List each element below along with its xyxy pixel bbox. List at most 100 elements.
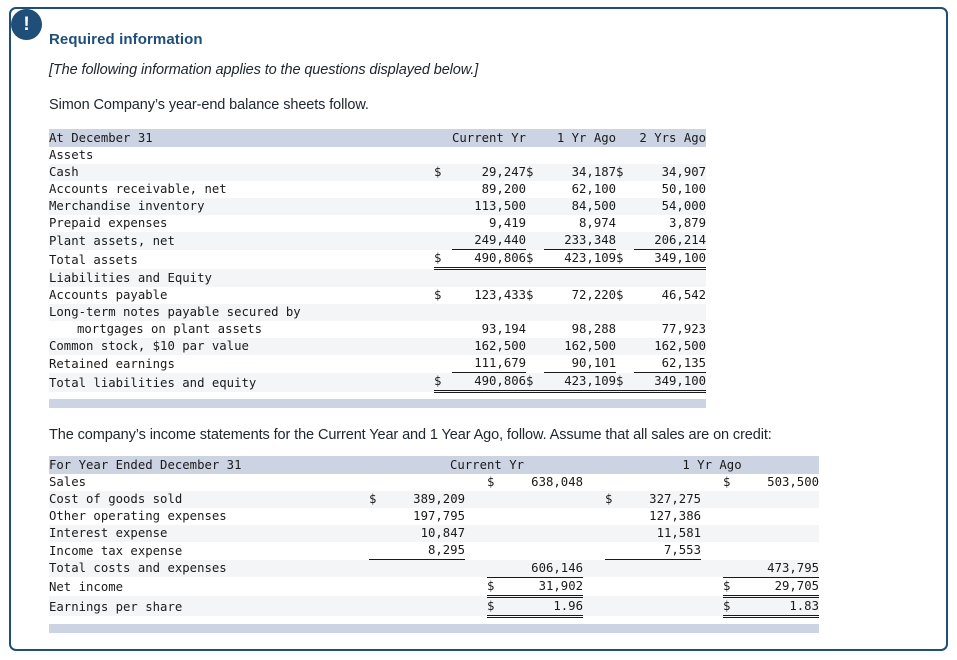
currency-symbol — [369, 596, 387, 616]
currency-symbol — [369, 577, 387, 596]
value-current-yr: 249,440 — [452, 232, 527, 250]
table-row: Sales $ 638,048 $ 503,500 — [49, 474, 819, 491]
value-1-yr-ago-sub2: 503,500 — [741, 474, 819, 491]
value-current-yr-sub1: 197,795 — [387, 508, 465, 525]
table-row: Cost of goods sold $ 389,209 $ 327,275 — [49, 491, 819, 508]
table-row: Merchandise inventory 113,500 84,500 54,… — [49, 198, 707, 215]
currency-symbol: $ — [487, 474, 505, 491]
row-label: Prepaid expenses — [49, 215, 434, 232]
value-current-yr-sub1: 8,295 — [387, 542, 465, 560]
section-heading-row: Liabilities and Equity — [49, 268, 707, 287]
table-row: Interest expense 10,847 11,581 — [49, 525, 819, 542]
value-1-yr-ago: 90,101 — [544, 355, 617, 373]
currency-symbol: $ — [616, 164, 635, 181]
currency-symbol — [616, 338, 635, 355]
value-2-yrs-ago: 54,000 — [634, 198, 707, 215]
row-label: Sales — [49, 474, 369, 491]
value-current-yr-sub1: 389,209 — [387, 491, 465, 508]
currency-symbol — [369, 559, 387, 577]
currency-symbol — [723, 542, 741, 560]
column-header-period: At December 31 — [49, 129, 434, 147]
value-1-yr-ago: 8,974 — [544, 215, 617, 232]
value-1-yr-ago-sub1 — [623, 474, 701, 491]
currency-symbol: $ — [369, 491, 387, 508]
value-1-yr-ago-sub1: 11,581 — [623, 525, 701, 542]
value-1-yr-ago-sub1: 127,386 — [623, 508, 701, 525]
value-current-yr-sub2 — [505, 508, 583, 525]
table-row: Plant assets, net 249,440 233,348 206,21… — [49, 232, 707, 250]
currency-symbol — [616, 321, 635, 338]
currency-symbol — [526, 215, 545, 232]
currency-symbol — [434, 321, 452, 338]
value-current-yr-sub2 — [505, 525, 583, 542]
currency-symbol: $ — [526, 164, 545, 181]
currency-symbol — [369, 508, 387, 525]
table-header-row: For Year Ended December 31 Current Yr 1 … — [49, 456, 819, 474]
currency-symbol — [723, 525, 741, 542]
currency-symbol: $ — [723, 596, 741, 618]
currency-symbol — [616, 181, 635, 198]
currency-symbol — [605, 577, 623, 596]
value-current-yr: 113,500 — [452, 198, 527, 215]
row-label: Merchandise inventory — [49, 198, 434, 215]
currency-symbol: $ — [526, 249, 545, 270]
table-row: Accounts payable $ 123,433 $ 72,220 $ 46… — [49, 287, 707, 304]
column-header-current-yr: Current Yr — [452, 129, 527, 147]
currency-symbol — [605, 542, 623, 560]
value-current-yr-sub1 — [387, 474, 465, 491]
currency-symbol: $ — [434, 372, 452, 393]
value-2-yrs-ago: 162,500 — [634, 338, 707, 355]
table-footer-bar — [49, 623, 819, 633]
value-1-yr-ago: 84,500 — [544, 198, 617, 215]
question-panel: ! Required information [The following in… — [9, 7, 948, 651]
value-1-yr-ago: 162,500 — [544, 338, 617, 355]
value-1-yr-ago-sub1: 327,275 — [623, 491, 701, 508]
value-current-yr: 93,194 — [452, 321, 527, 338]
currency-symbol — [605, 525, 623, 542]
total-liabilities-equity-row: Total liabilities and equity $ 490,806 $… — [49, 372, 707, 393]
balance-sheet-intro: Simon Company’s year-end balance sheets … — [49, 97, 369, 113]
currency-symbol: $ — [487, 596, 505, 618]
currency-symbol — [487, 559, 505, 578]
value-current-yr-sub2: 638,048 — [505, 474, 583, 491]
row-label: Common stock, $10 par value — [49, 338, 434, 355]
currency-symbol — [616, 215, 635, 232]
value-current-yr: 9,419 — [452, 215, 527, 232]
income-statement-table-wrap: For Year Ended December 31 Current Yr 1 … — [49, 456, 939, 633]
row-label: Accounts payable — [49, 287, 434, 304]
row-label: Other operating expenses — [49, 508, 369, 525]
currency-symbol — [526, 355, 545, 373]
row-label: Retained earnings — [49, 355, 434, 373]
row-label: Cost of goods sold — [49, 491, 369, 508]
value-1-yr-ago-sub1 — [623, 577, 701, 596]
value-current-yr-sub1 — [387, 577, 465, 596]
total-assets-row: Total assets $ 490,806 $ 423,109 $ 349,1… — [49, 249, 707, 270]
row-label: Earnings per share — [49, 596, 369, 616]
currency-symbol: $ — [434, 164, 452, 181]
table-row: Long-term notes payable secured by — [49, 304, 707, 321]
value-current-yr: 89,200 — [452, 181, 527, 198]
value-current-yr-sub2: 1.96 — [505, 596, 583, 618]
exclamation-icon: ! — [11, 9, 42, 40]
row-label: Cash — [49, 164, 434, 181]
currency-symbol: $ — [616, 372, 635, 393]
table-footer-bar — [49, 399, 707, 408]
row-label: Total costs and expenses — [49, 559, 369, 577]
value-1-yr-ago-sub2: 473,795 — [741, 559, 819, 578]
value-1-yr-ago: 98,288 — [544, 321, 617, 338]
income-statement-intro: The company’s income statements for the … — [49, 427, 772, 443]
currency-symbol — [526, 338, 545, 355]
column-header-period: For Year Ended December 31 — [49, 456, 369, 474]
currency-symbol: $ — [723, 474, 741, 491]
income-statement-table: For Year Ended December 31 Current Yr 1 … — [49, 456, 819, 633]
value-current-yr-sub1 — [387, 596, 465, 616]
column-header-1-yr-ago: 1 Yr Ago — [605, 456, 819, 474]
value-2-yrs-ago: 62,135 — [634, 355, 707, 373]
value-current-yr-sub2: 606,146 — [505, 559, 583, 578]
currency-symbol — [723, 559, 741, 578]
table-row: Retained earnings 111,679 90,101 62,135 — [49, 355, 707, 373]
value-1-yr-ago: 72,220 — [544, 287, 617, 304]
table-row: Income tax expense 8,295 7,553 — [49, 542, 819, 560]
currency-symbol — [605, 596, 623, 616]
value-current-yr: 490,806 — [452, 372, 527, 393]
